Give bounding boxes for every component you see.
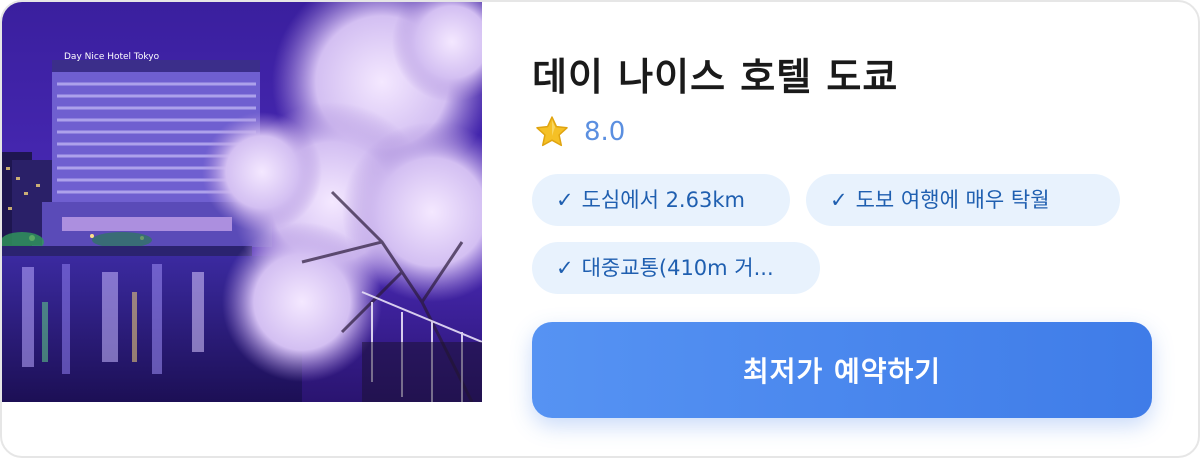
feature-label: 대중교통(410m 거...: [581, 256, 774, 280]
check-icon: ✓: [830, 188, 848, 212]
hotel-photo[interactable]: Day Nice Hotel Tokyo: [2, 2, 482, 402]
feature-chip: ✓ 대중교통(410m 거...: [532, 242, 820, 294]
feature-label: 도심에서 2.63km: [581, 188, 745, 212]
feature-label: 도보 여행에 매우 탁월: [855, 188, 1050, 212]
feature-chip: ✓ 도보 여행에 매우 탁월: [806, 174, 1120, 226]
check-icon: ✓: [556, 256, 574, 280]
book-lowest-price-button[interactable]: 최저가 예약하기: [532, 322, 1152, 418]
hotel-card[interactable]: Day Nice Hotel Tokyo 데이 나이스 호텔 도쿄 8.0 ✓ …: [0, 0, 1200, 458]
hotel-photo-image: Day Nice Hotel Tokyo: [2, 2, 482, 402]
check-icon: ✓: [556, 188, 574, 212]
hotel-sign: Day Nice Hotel Tokyo: [64, 52, 160, 62]
hotel-name: 데이 나이스 호텔 도쿄: [532, 55, 899, 99]
rating-value: 8.0: [584, 117, 626, 147]
star-icon: [534, 114, 570, 150]
feature-chip: ✓ 도심에서 2.63km: [532, 174, 790, 226]
rating: 8.0: [534, 114, 625, 150]
